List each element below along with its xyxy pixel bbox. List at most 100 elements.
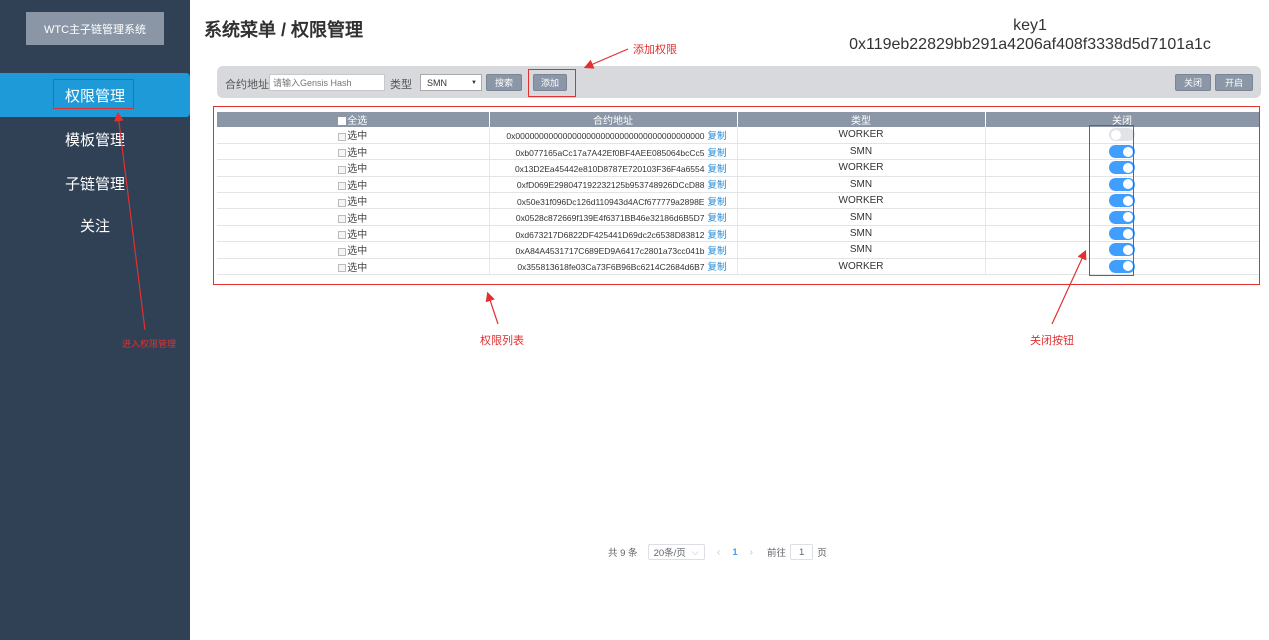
switch-cell xyxy=(985,159,1260,177)
page-size-select[interactable]: 20条/页 ⌵ xyxy=(647,544,705,560)
open-all-button[interactable]: 开启 xyxy=(1215,74,1253,91)
copy-link[interactable]: 复制 xyxy=(707,246,726,257)
switch-knob xyxy=(1123,244,1133,255)
type-header: 类型 xyxy=(737,112,986,127)
type-cell: SMN xyxy=(737,241,986,259)
switch-cell xyxy=(985,241,1260,259)
row-checkbox[interactable] xyxy=(338,231,347,240)
table-row: 选中 0xb077165aCc17a7A42Ef0BF4AEE085064bcCc… xyxy=(217,143,1260,161)
prev-page-icon[interactable]: ‹ xyxy=(717,547,720,558)
row-select-cell[interactable]: 选中 xyxy=(217,143,490,161)
switch-knob xyxy=(1123,228,1133,239)
row-select-label: 选中 xyxy=(347,131,368,143)
search-button[interactable]: 搜索 xyxy=(486,74,522,91)
copy-link[interactable]: 复制 xyxy=(707,180,726,191)
copy-link[interactable]: 复制 xyxy=(707,262,726,273)
address-text: 0x13D2Ea45442e810D8787E720103F36F4a6554 xyxy=(514,163,705,174)
row-checkbox[interactable] xyxy=(338,247,347,256)
sidebar-item-follow[interactable]: 关注 xyxy=(0,203,190,247)
switch-cell xyxy=(985,208,1260,226)
select-all-label: 全选 xyxy=(347,116,368,127)
toggle-switch[interactable] xyxy=(1109,210,1135,224)
address-cell: 0x00000000000000000000000000000000000000… xyxy=(489,127,738,144)
permission-table: 全选 合约地址 类型 关闭 选中 0x0000000000000000000000… xyxy=(217,112,1260,276)
page-number[interactable]: 1 xyxy=(732,547,737,558)
row-checkbox[interactable] xyxy=(338,149,347,158)
copy-link[interactable]: 复制 xyxy=(707,131,726,142)
switch-cell xyxy=(985,192,1260,210)
address-cell: 0x355813618fe03Ca73F6B96Bc6214C2684d6B7 复… xyxy=(489,258,738,276)
total-count: 共 9 条 xyxy=(608,548,638,559)
copy-link[interactable]: 复制 xyxy=(707,148,726,159)
address-text: 0x355813618fe03Ca73F6B96Bc6214C2684d6B7 xyxy=(517,262,705,273)
row-select-cell[interactable]: 选中 xyxy=(217,127,490,144)
toggle-switch[interactable] xyxy=(1109,227,1135,241)
row-select-label: 选中 xyxy=(347,262,368,274)
toggle-switch[interactable] xyxy=(1109,259,1135,273)
switch-cell xyxy=(985,258,1260,276)
add-button[interactable]: 添加 xyxy=(533,74,567,91)
row-checkbox[interactable] xyxy=(338,165,347,174)
annotation-add-permission: 添加权限 xyxy=(633,44,677,56)
table-row: 选中 0xfD069E298047192232125b953748926DCcD8… xyxy=(217,176,1260,194)
row-checkbox[interactable] xyxy=(338,182,347,191)
table-row: 选中 0x13D2Ea45442e810D8787E720103F36F4a655… xyxy=(217,159,1260,177)
row-select-cell[interactable]: 选中 xyxy=(217,192,490,210)
close-header: 关闭 xyxy=(985,112,1260,127)
switch-knob xyxy=(1123,212,1133,223)
address-cell: 0xb077165aCc17a7A42Ef0BF4AEE085064bcCc5 复… xyxy=(489,143,738,161)
row-select-label: 选中 xyxy=(347,164,368,176)
copy-link[interactable]: 复制 xyxy=(707,197,726,208)
address-search-input[interactable] xyxy=(269,74,385,91)
next-page-icon[interactable]: › xyxy=(750,547,753,558)
row-select-cell[interactable]: 选中 xyxy=(217,258,490,276)
table-row: 选中 0xd673217D6822DF425441D69dc2c6538D8381… xyxy=(217,225,1260,243)
address-text: 0xA84A4531717C689ED9A6417c2801a73cc041b xyxy=(515,245,705,256)
switch-knob xyxy=(1123,261,1133,272)
row-checkbox[interactable] xyxy=(338,264,347,273)
switch-knob xyxy=(1123,146,1133,157)
switch-knob xyxy=(1123,179,1133,190)
key-label: key1 xyxy=(1013,17,1047,34)
toggle-switch[interactable] xyxy=(1109,194,1135,208)
row-select-cell[interactable]: 选中 xyxy=(217,241,490,259)
sidebar: WTC主子链管理系统 权限管理 模板管理 子链管理 关注 xyxy=(0,0,190,640)
row-select-cell[interactable]: 选中 xyxy=(217,176,490,194)
toggle-switch[interactable] xyxy=(1109,243,1135,257)
row-checkbox[interactable] xyxy=(338,132,347,141)
toggle-switch[interactable] xyxy=(1109,177,1135,191)
sidebar-item-templates[interactable]: 模板管理 xyxy=(0,117,190,161)
filter-toolbar: 合约地址: 类型 SMN ▼ 搜索 添加 关闭 开启 xyxy=(217,66,1261,98)
row-select-cell[interactable]: 选中 xyxy=(217,159,490,177)
close-all-button[interactable]: 关闭 xyxy=(1175,74,1211,91)
address-text: 0xb077165aCc17a7A42Ef0BF4AEE085064bcCc5 xyxy=(515,147,705,158)
toggle-switch[interactable] xyxy=(1109,161,1135,175)
address-cell: 0x0528c872669f139E4f6371BB46e32186d6B5D7… xyxy=(489,208,738,226)
annotation-enter-permission: 进入权限管理 xyxy=(122,339,177,349)
type-cell: WORKER xyxy=(737,127,986,144)
switch-cell xyxy=(985,127,1260,144)
toggle-switch[interactable] xyxy=(1109,145,1135,159)
address-cell: 0xfD069E298047192232125b953748926DCcD88 复… xyxy=(489,176,738,194)
address-text: 0x50e31f096Dc126d110943d4ACf677779a2898E xyxy=(517,196,705,207)
sidebar-item-permissions[interactable]: 权限管理 xyxy=(0,73,190,117)
select-all-header[interactable]: 全选 xyxy=(217,112,490,127)
select-all-checkbox[interactable] xyxy=(338,117,347,126)
switch-knob xyxy=(1123,195,1133,206)
row-checkbox[interactable] xyxy=(338,198,347,207)
row-select-label: 选中 xyxy=(347,197,368,209)
copy-link[interactable]: 复制 xyxy=(707,230,726,241)
row-checkbox[interactable] xyxy=(338,215,347,223)
sidebar-item-subchains[interactable]: 子链管理 xyxy=(0,161,190,205)
type-cell: SMN xyxy=(737,176,986,194)
annotation-permission-list: 权限列表 xyxy=(480,335,524,347)
table-row: 选中 0xA84A4531717C689ED9A6417c2801a73cc041… xyxy=(217,241,1260,259)
type-select[interactable]: SMN ▼ xyxy=(420,74,482,91)
page-unit-label: 页 xyxy=(817,548,827,559)
copy-link[interactable]: 复制 xyxy=(707,213,726,224)
toggle-switch[interactable] xyxy=(1109,128,1135,142)
copy-link[interactable]: 复制 xyxy=(707,164,726,175)
row-select-cell[interactable]: 选中 xyxy=(217,225,490,243)
goto-input[interactable]: 1 xyxy=(789,544,814,560)
row-select-cell[interactable]: 选中 xyxy=(217,208,490,226)
